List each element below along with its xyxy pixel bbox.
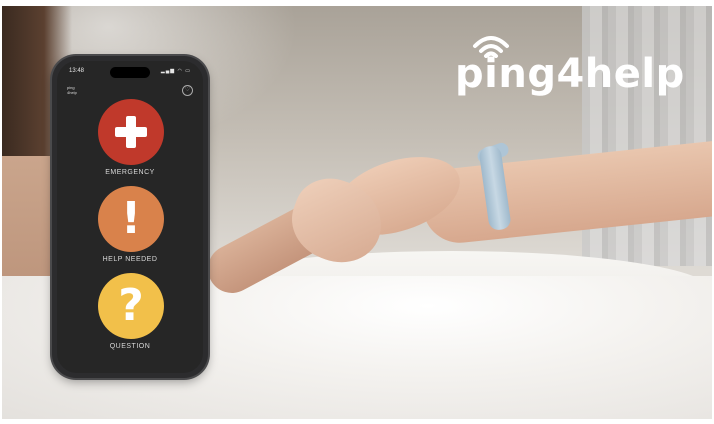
phone-screen: 13:48 ▂▄▆ ◠ ▭ ping 4help ♡ EMERGENCY ! H… (57, 61, 203, 373)
mini-logo-line2: 4help (67, 90, 77, 95)
question-label: QUESTION (109, 343, 151, 350)
brand-name: ping4help (455, 51, 685, 97)
heart-icon[interactable]: ♡ (182, 85, 193, 96)
help-needed-button[interactable]: ! (98, 186, 164, 252)
emergency-label: EMERGENCY (105, 169, 155, 176)
app-mini-logo: ping 4help (67, 85, 83, 99)
exclamation-icon: ! (120, 193, 142, 244)
status-icons: ▂▄▆ ◠ ▭ (160, 68, 191, 74)
question-icon: ? (118, 280, 144, 331)
dynamic-island (110, 67, 150, 78)
brand-logo: ping4help (455, 32, 685, 102)
hero-banner: ping4help 13:48 ▂▄▆ ◠ ▭ ping 4help ♡ EME… (0, 0, 714, 424)
plus-icon-vertical (126, 116, 136, 148)
phone-mockup: 13:48 ▂▄▆ ◠ ▭ ping 4help ♡ EMERGENCY ! H… (52, 56, 208, 378)
status-time: 13:48 (69, 68, 85, 74)
emergency-button[interactable] (98, 99, 164, 165)
question-button[interactable]: ? (98, 273, 164, 339)
help-needed-label: HELP NEEDED (102, 256, 158, 263)
